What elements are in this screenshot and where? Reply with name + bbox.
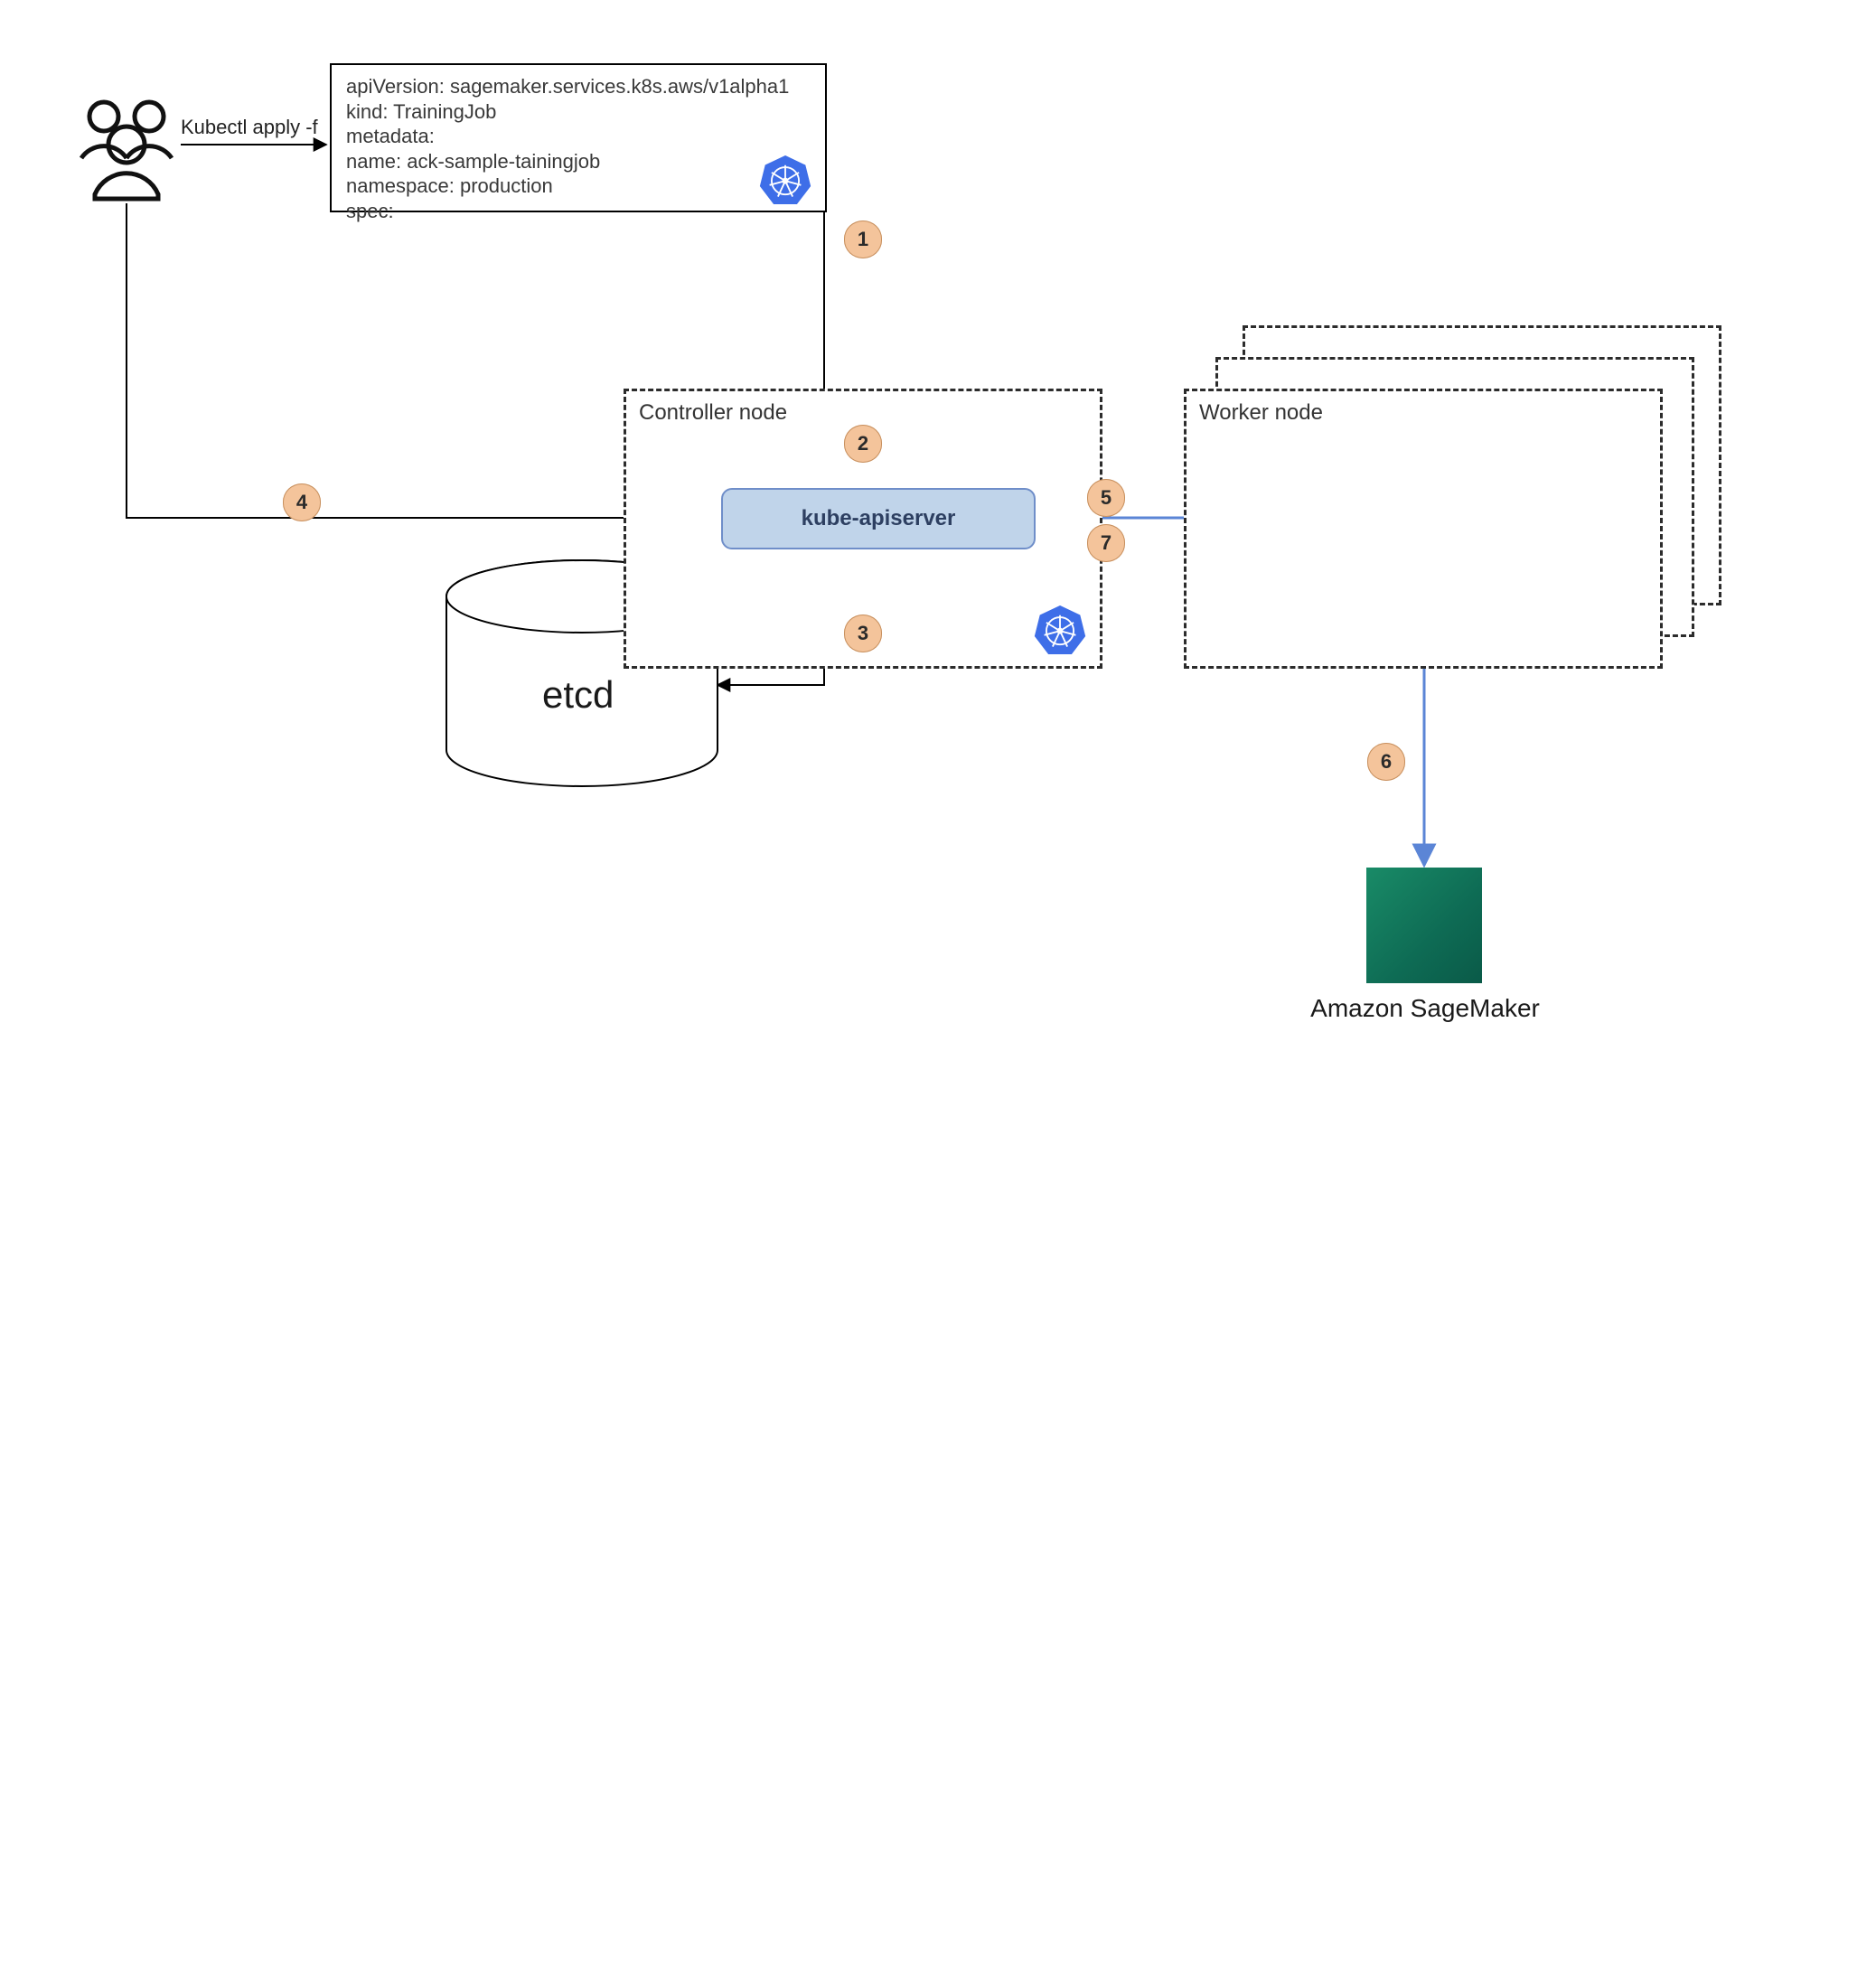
- diagram-stage: apiVersion: sagemaker.services.k8s.aws/v…: [0, 0, 1876, 1093]
- yaml-line-metadata: metadata:: [346, 124, 811, 149]
- step-badge-4: 4: [283, 483, 321, 521]
- kube-apiserver-box: kube-apiserver: [721, 488, 1036, 549]
- step-badge-2: 2: [844, 425, 882, 463]
- yaml-line-ns: namespace: production: [346, 174, 811, 199]
- yaml-line-spec: spec:: [346, 199, 811, 224]
- yaml-line-kind: kind: TrainingJob: [346, 99, 811, 125]
- worker-node-pane: Worker node: [1184, 389, 1663, 669]
- amazon-sagemaker-icon: [1366, 868, 1482, 983]
- step-badge-7: 7: [1087, 524, 1125, 562]
- step-badge-3: 3: [844, 615, 882, 652]
- yaml-line-apiversion: apiVersion: sagemaker.services.k8s.aws/v…: [346, 74, 811, 99]
- kubectl-apply-label: Kubectl apply -f: [181, 116, 318, 139]
- yaml-line-name: name: ack-sample-tainingjob: [346, 149, 811, 174]
- amazon-sagemaker-label: Amazon SageMaker: [1276, 994, 1574, 1023]
- kube-apiserver-label: kube-apiserver: [802, 506, 956, 531]
- controller-node-title: Controller node: [639, 400, 787, 426]
- step-badge-6: 6: [1367, 743, 1405, 781]
- etcd-label: etcd: [542, 673, 614, 717]
- step-badge-1: 1: [844, 220, 882, 258]
- yaml-manifest-box: apiVersion: sagemaker.services.k8s.aws/v…: [330, 63, 827, 212]
- kubernetes-icon: [759, 154, 811, 206]
- users-icon: [81, 102, 172, 199]
- worker-node-title: Worker node: [1199, 400, 1323, 426]
- step-badge-5: 5: [1087, 479, 1125, 517]
- kubernetes-icon: [1034, 604, 1086, 656]
